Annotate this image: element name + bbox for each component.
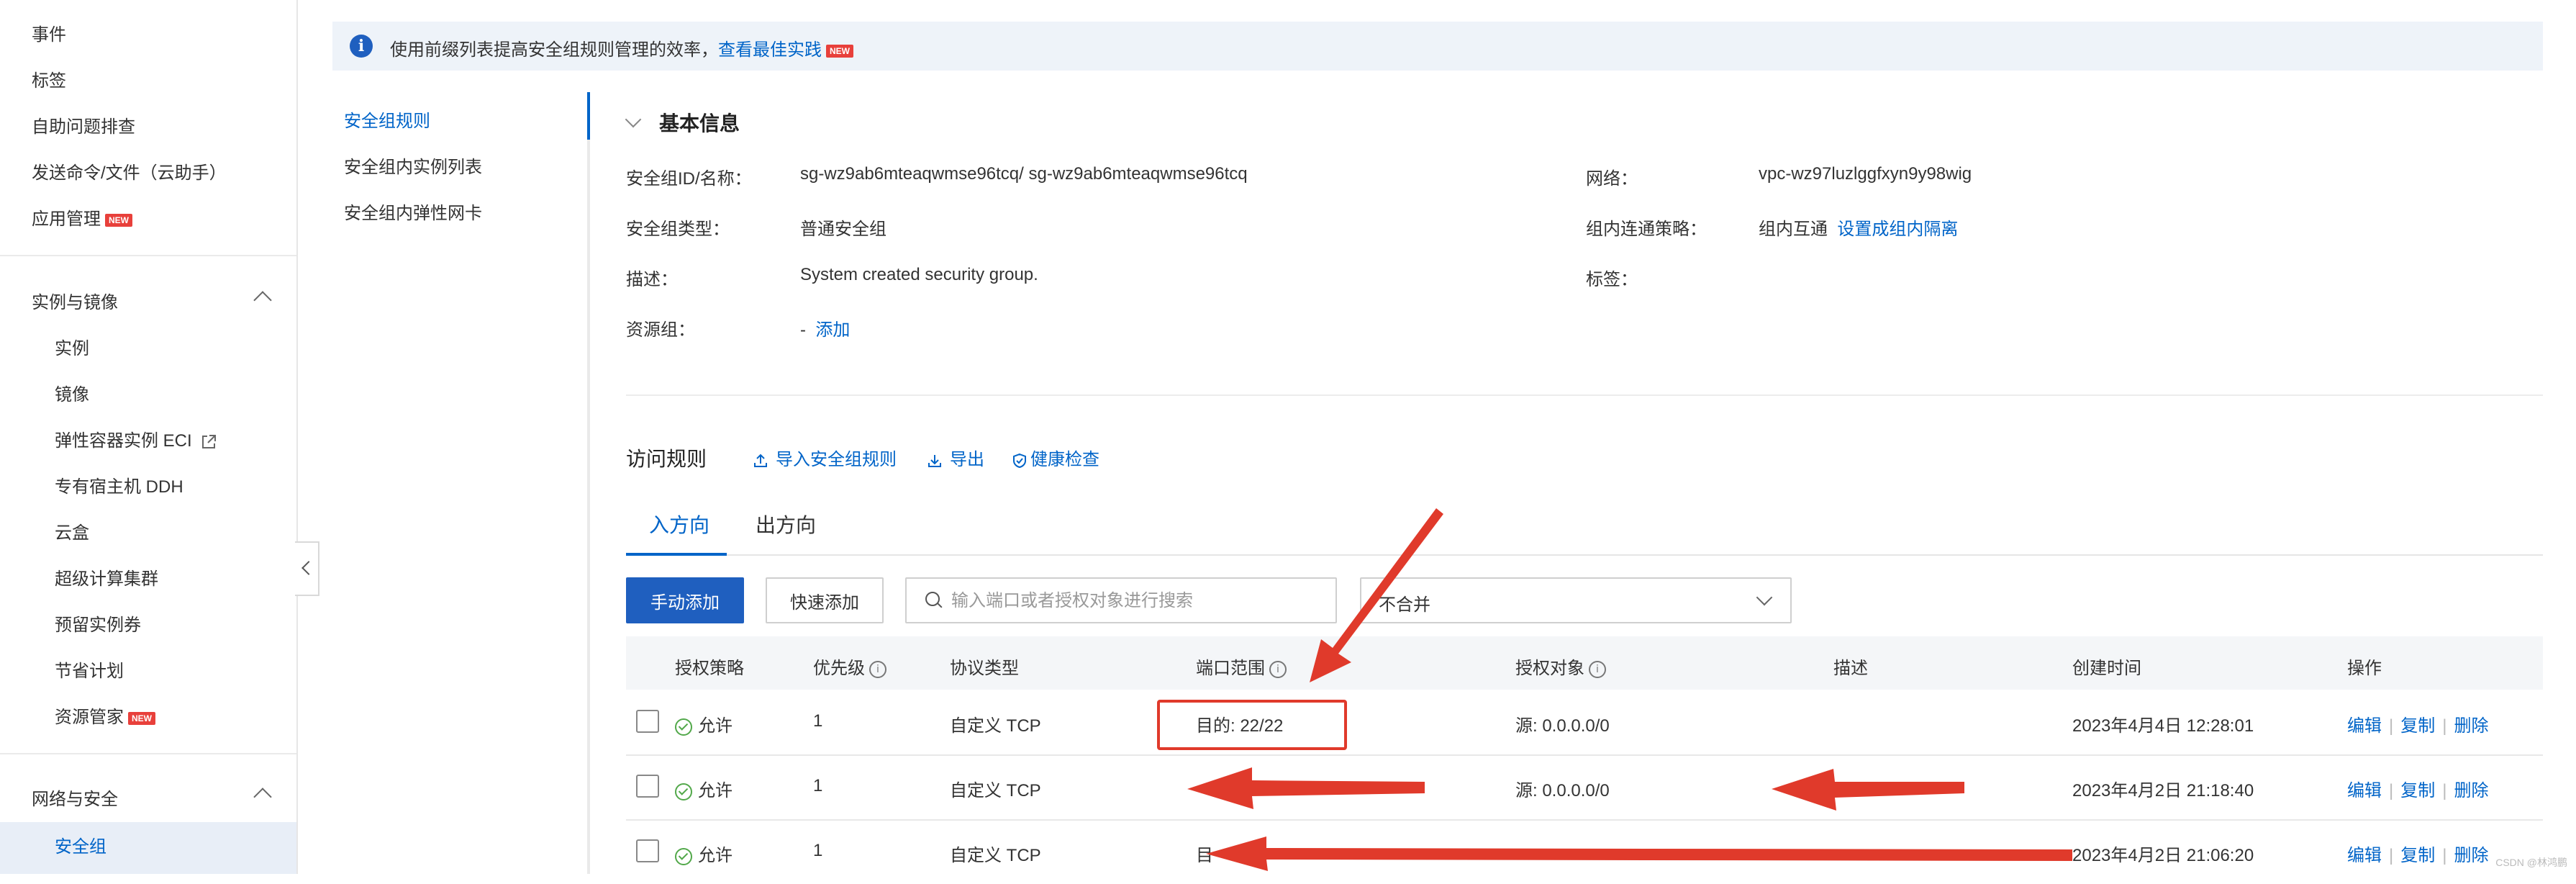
annotation-arrow-left (1187, 767, 1425, 809)
annotation-arrows (1187, 508, 2072, 871)
annotation-arrow-left (1772, 769, 1964, 811)
annotation-arrow-left (1206, 836, 2072, 871)
annotation-arrow-down (1310, 508, 1443, 682)
watermark: CSDN @林鸿鹏 (2495, 857, 2567, 868)
